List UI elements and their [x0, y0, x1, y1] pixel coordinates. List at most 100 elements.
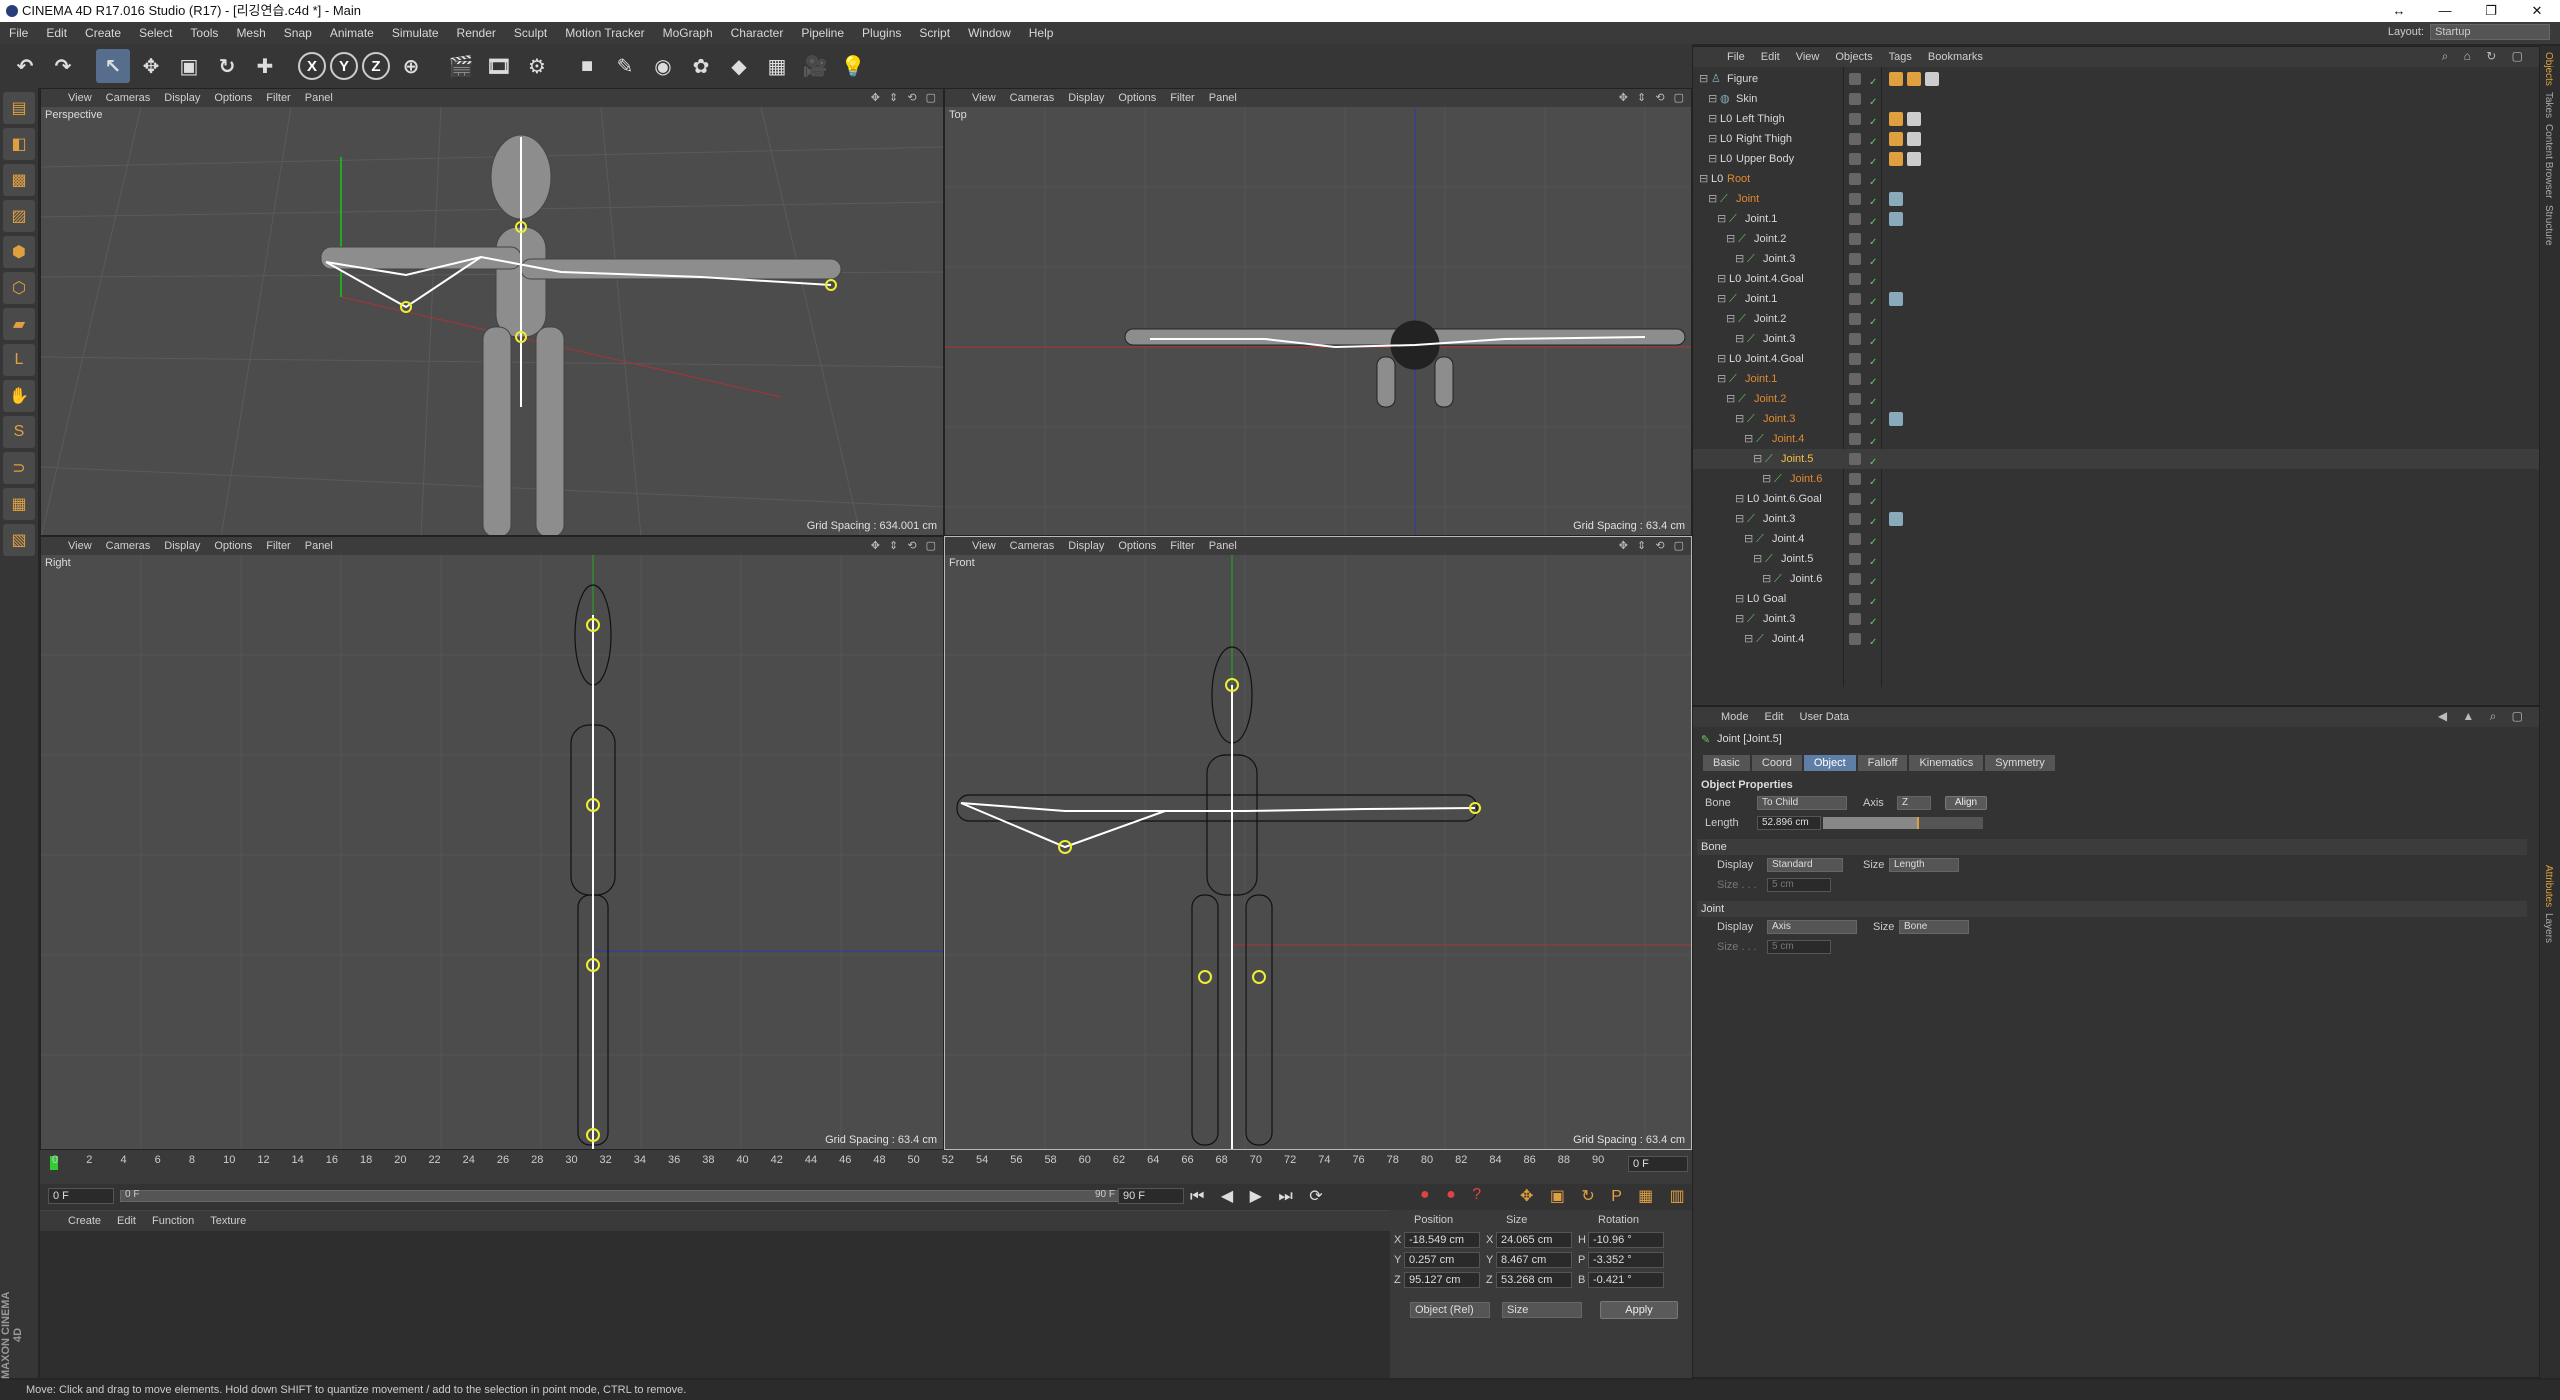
- move-icon[interactable]: ✥: [134, 49, 168, 83]
- align-button[interactable]: Align: [1945, 796, 1987, 810]
- object-row[interactable]: ⊟ L0 Goal ✓: [1693, 589, 2539, 609]
- maximize-button[interactable]: ❐: [2468, 0, 2514, 22]
- magnet-icon[interactable]: ⊃: [3, 452, 35, 484]
- object-row[interactable]: ⊟ L0 Joint.4.Goal ✓: [1693, 269, 2539, 289]
- object-row[interactable]: ⊟ L0 Joint.6.Goal ✓: [1693, 489, 2539, 509]
- enabled-check-icon[interactable]: ✓: [1869, 553, 1877, 568]
- object-row[interactable]: ⊟ ⟋ Joint.1 ✓: [1693, 209, 2539, 229]
- close-button[interactable]: ✕: [2514, 0, 2560, 22]
- size-x-field[interactable]: 24.065 cm: [1496, 1232, 1572, 1248]
- viewport-menu-filter[interactable]: Filter: [259, 537, 297, 555]
- side-tab-layers[interactable]: Layers: [2543, 913, 2554, 943]
- bone-display-dropdown[interactable]: Standard: [1767, 858, 1843, 872]
- viewport-menu-cameras[interactable]: Cameras: [1003, 89, 1062, 107]
- om-menu-edit[interactable]: Edit: [1753, 47, 1788, 67]
- object-row[interactable]: ⊟ ⟋ Joint.3 ✓: [1693, 609, 2539, 629]
- x-axis-icon[interactable]: X: [298, 52, 326, 80]
- object-name[interactable]: Joint.4: [1772, 529, 1804, 549]
- object-row[interactable]: ⊟ ◍ Skin ✓: [1693, 89, 2539, 109]
- redo-icon[interactable]: ↷: [46, 49, 80, 83]
- object-row[interactable]: ⊟ ⟋ Joint.4 ✓: [1693, 529, 2539, 549]
- viewport-right[interactable]: View Cameras Display Options Filter Panel ✥ ⇕…: [40, 536, 944, 1150]
- expand-toggle-icon[interactable]: ⊟: [1726, 229, 1735, 249]
- tab-falloff[interactable]: Falloff: [1857, 755, 1908, 771]
- locked-workplane-icon[interactable]: ▦: [3, 488, 35, 520]
- enabled-check-icon[interactable]: ✓: [1869, 593, 1877, 608]
- object-row[interactable]: ⊟ L0 Left Thigh ✓: [1693, 109, 2539, 129]
- om-menu-tags[interactable]: Tags: [1881, 47, 1920, 67]
- visibility-toggle-icon[interactable]: [1849, 233, 1861, 245]
- expand-toggle-icon[interactable]: ⊟: [1753, 449, 1762, 469]
- position-x-field[interactable]: -18.549 cm: [1404, 1232, 1480, 1248]
- subdivision-icon[interactable]: ◉: [646, 49, 680, 83]
- rotation-p-field[interactable]: -3.352 °: [1588, 1252, 1664, 1268]
- visibility-toggle-icon[interactable]: [1849, 353, 1861, 365]
- object-name[interactable]: Joint.1: [1745, 289, 1777, 309]
- model-mode-icon[interactable]: ◧: [3, 128, 35, 160]
- am-nav-icons[interactable]: ◀ ▲ ⌕ ▢: [2438, 709, 2529, 724]
- enabled-check-icon[interactable]: ✓: [1869, 213, 1877, 228]
- expand-toggle-icon[interactable]: ⊟: [1735, 329, 1744, 349]
- viewport-menu-panel[interactable]: Panel: [298, 89, 340, 107]
- object-name[interactable]: Joint.3: [1763, 509, 1795, 529]
- expand-toggle-icon[interactable]: ⊟: [1717, 269, 1726, 289]
- enabled-check-icon[interactable]: ✓: [1869, 93, 1877, 108]
- enabled-check-icon[interactable]: ✓: [1869, 233, 1877, 248]
- enabled-check-icon[interactable]: ✓: [1869, 153, 1877, 168]
- camera-icon[interactable]: 🎥: [798, 49, 832, 83]
- top-scene[interactable]: [945, 107, 1692, 536]
- enabled-check-icon[interactable]: ✓: [1869, 353, 1877, 368]
- viewport-front[interactable]: View Cameras Display Options Filter Panel ✥ ⇕…: [944, 536, 1692, 1150]
- menu-window[interactable]: Window: [959, 22, 1020, 44]
- menu-pipeline[interactable]: Pipeline: [792, 22, 853, 44]
- group-bone[interactable]: Bone: [1697, 839, 2527, 855]
- object-row[interactable]: ⊟ ⟋ Joint.3 ✓: [1693, 409, 2539, 429]
- expand-toggle-icon[interactable]: ⊟: [1735, 409, 1744, 429]
- viewport-menu-cameras[interactable]: Cameras: [99, 537, 158, 555]
- record-keys[interactable]: ● ● ?: [1420, 1186, 1487, 1204]
- object-row[interactable]: ⊟ ⟋ Joint.1 ✓: [1693, 369, 2539, 389]
- expand-toggle-icon[interactable]: ⊟: [1735, 589, 1744, 609]
- material-menu-function[interactable]: Function: [144, 1211, 202, 1231]
- snap-icon[interactable]: S: [3, 416, 35, 448]
- key-mode-icons[interactable]: ✥ ▣ ↻ P ▦ ▥: [1520, 1186, 1691, 1206]
- object-row[interactable]: ⊟ L0 Right Thigh ✓: [1693, 129, 2539, 149]
- visibility-toggle-icon[interactable]: [1849, 533, 1861, 545]
- length-field[interactable]: 52.896 cm: [1757, 816, 1821, 830]
- viewport-menu-options[interactable]: Options: [207, 537, 259, 555]
- start-frame-field[interactable]: 0 F: [48, 1188, 114, 1204]
- am-menu-edit[interactable]: Edit: [1757, 707, 1792, 727]
- object-row[interactable]: ⊟ ⟋ Joint.3 ✓: [1693, 249, 2539, 269]
- object-name[interactable]: Joint.4: [1772, 429, 1804, 449]
- am-menu-user-data[interactable]: User Data: [1792, 707, 1858, 727]
- front-scene[interactable]: [945, 555, 1692, 1150]
- visibility-toggle-icon[interactable]: [1849, 153, 1861, 165]
- object-row[interactable]: ⊟ ♙ Figure ✓: [1693, 69, 2539, 89]
- object-name[interactable]: Joint.3: [1763, 609, 1795, 629]
- playback-controls[interactable]: ⏮ ◀ ▶ ⏭ ⟳: [1190, 1186, 1329, 1206]
- visibility-toggle-icon[interactable]: [1849, 433, 1861, 445]
- menu-simulate[interactable]: Simulate: [383, 22, 448, 44]
- menu-animate[interactable]: Animate: [321, 22, 383, 44]
- menu-help[interactable]: Help: [1020, 22, 1063, 44]
- tag-icon[interactable]: [1925, 72, 1939, 86]
- visibility-toggle-icon[interactable]: [1849, 253, 1861, 265]
- tag-icon[interactable]: [1889, 292, 1903, 306]
- tag-icon[interactable]: [1907, 132, 1921, 146]
- y-axis-icon[interactable]: Y: [330, 52, 358, 80]
- size-mode-dropdown[interactable]: Size: [1502, 1302, 1582, 1318]
- expand-toggle-icon[interactable]: ⊟: [1744, 629, 1753, 649]
- layout-dropdown[interactable]: Startup: [2430, 24, 2550, 40]
- viewport-menu-view[interactable]: View: [61, 537, 99, 555]
- om-menu-bookmarks[interactable]: Bookmarks: [1920, 47, 1991, 67]
- bone-dropdown[interactable]: To Child: [1757, 796, 1847, 810]
- array-icon[interactable]: ✿: [684, 49, 718, 83]
- om-menu-objects[interactable]: Objects: [1827, 47, 1880, 67]
- bone-size2-field[interactable]: 5 cm: [1767, 878, 1831, 892]
- menu-render[interactable]: Render: [448, 22, 505, 44]
- joint-size2-field[interactable]: 5 cm: [1767, 940, 1831, 954]
- enabled-check-icon[interactable]: ✓: [1869, 113, 1877, 128]
- viewport-menu-display[interactable]: Display: [1061, 537, 1111, 555]
- viewport-menu-view[interactable]: View: [965, 537, 1003, 555]
- viewport-menu-display[interactable]: Display: [1061, 89, 1111, 107]
